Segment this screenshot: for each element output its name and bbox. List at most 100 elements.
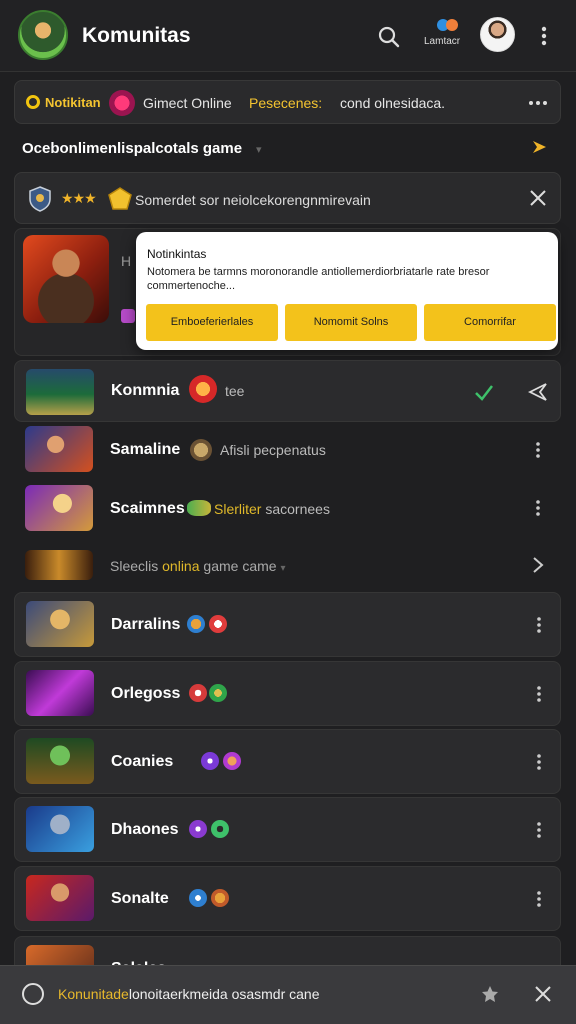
- list-item[interactable]: Dhaones: [14, 797, 561, 862]
- game-thumbnail: [25, 426, 93, 472]
- list-item[interactable]: Konmnia tee: [14, 360, 561, 422]
- badge-icon: [189, 820, 207, 838]
- section-title: Ocebonlimenlispalcotals game: [22, 140, 243, 157]
- list-item[interactable]: Sonalte: [14, 866, 561, 931]
- section-desc-rest: game came: [203, 558, 277, 574]
- game-name: Konmnia: [111, 382, 180, 399]
- game-desc-highlight: Slerliter: [214, 501, 262, 517]
- notification-text: cond olnesidaca.: [340, 95, 446, 111]
- game-icon: [109, 90, 135, 116]
- game-name: Scaimnes: [110, 500, 185, 517]
- bottom-text-rest: lonoitaerkmeida osasmdr cane: [128, 986, 320, 1002]
- chevron-down-icon[interactable]: ▾: [280, 563, 285, 574]
- badge-icon: [223, 752, 241, 770]
- popup-button-1[interactable]: Emboeferierlales: [146, 304, 278, 341]
- game-name: Sonalte: [111, 890, 169, 907]
- bottom-text-highlight: Konunitade: [58, 986, 129, 1002]
- game-thumbnail: [26, 738, 94, 784]
- game-name: Coanies: [111, 753, 174, 770]
- badge-icon: [209, 684, 227, 702]
- badge-icon: [209, 615, 227, 633]
- notification-label: Notikitan: [45, 95, 101, 110]
- close-icon[interactable]: [527, 187, 549, 209]
- game-thumbnail: [26, 601, 94, 647]
- popup-button-2[interactable]: Nomomit Solns: [285, 304, 417, 341]
- app-title: Komunitas: [82, 24, 191, 47]
- arrow-icon[interactable]: [530, 138, 548, 156]
- leaf-icon: [187, 500, 211, 516]
- coin-icon: [108, 187, 132, 210]
- brand-shortcut[interactable]: Lamtacr: [424, 17, 468, 51]
- notification-status: Gimect Online: [143, 95, 232, 111]
- list-item[interactable]: Coanies: [14, 729, 561, 794]
- filter-text: Somerdet sor neiolcekorengnmirevain: [135, 192, 371, 208]
- list-item[interactable]: Sleeclis onlina game came ▾: [14, 536, 561, 592]
- featured-game-thumbnail[interactable]: [23, 235, 109, 323]
- popup-body: Notomera be tarmns moronorandle antiolle…: [147, 266, 490, 292]
- more-vert-icon[interactable]: [528, 440, 548, 460]
- game-name: Orlegoss: [111, 685, 181, 702]
- more-vert-icon[interactable]: [529, 615, 549, 635]
- more-vert-icon[interactable]: [528, 498, 548, 518]
- app-logo[interactable]: [18, 10, 68, 60]
- game-name: Samaline: [110, 441, 181, 458]
- chevron-right-icon[interactable]: [530, 556, 546, 574]
- game-name: Darralins: [111, 616, 181, 633]
- circle-icon[interactable]: [22, 983, 44, 1005]
- list-item[interactable]: Darralins: [14, 592, 561, 657]
- section-desc: Sleeclis onlina game came ▾: [110, 558, 285, 574]
- game-badge-icon: [189, 375, 217, 403]
- popup-button-3[interactable]: Comorrifar: [424, 304, 556, 341]
- game-thumbnail: [25, 485, 93, 531]
- filter-bar[interactable]: ★★★ Somerdet sor neiolcekorengnmirevain: [14, 172, 561, 224]
- shield-icon: [29, 186, 51, 212]
- brand-label: Lamtacr: [424, 36, 461, 47]
- badge-icon: [189, 684, 207, 702]
- more-vert-icon[interactable]: [529, 820, 549, 840]
- game-thumbnail: [26, 670, 94, 716]
- star-icon[interactable]: [480, 984, 500, 1004]
- game-desc: Slerliter sacornees: [214, 501, 330, 517]
- list-item[interactable]: Orlegoss: [14, 661, 561, 726]
- bottom-text: Konunitadelonoitaerkmeida osasmdr cane: [58, 986, 320, 1002]
- game-thumbnail: [26, 806, 94, 852]
- section-desc-lead: Sleeclis: [110, 558, 159, 574]
- tag-icon: [121, 309, 135, 323]
- badge-icon: [201, 752, 219, 770]
- section-desc-highlight: onlina: [162, 558, 200, 574]
- badge-icon: [211, 820, 229, 838]
- search-icon[interactable]: [374, 22, 404, 52]
- more-vert-icon[interactable]: [529, 684, 549, 704]
- top-app-bar: Komunitas Lamtacr: [0, 0, 576, 72]
- more-horiz-icon[interactable]: [525, 93, 551, 113]
- notification-bar[interactable]: Notikitan Gimect Online Pesecenes: cond …: [14, 80, 561, 124]
- badge-icon: [211, 889, 229, 907]
- fist-icon: [190, 439, 212, 461]
- game-desc: Afisli pecpenatus: [220, 442, 326, 458]
- popup-title: Notinkintas: [147, 247, 207, 261]
- check-icon[interactable]: [473, 381, 495, 403]
- stars-icon: ★★★: [61, 190, 97, 206]
- badge-icon: [187, 615, 205, 633]
- game-thumbnail: [25, 550, 93, 580]
- notification-highlight: Pesecenes:: [249, 95, 323, 111]
- more-vert-icon[interactable]: [529, 752, 549, 772]
- more-vert-icon[interactable]: [530, 22, 558, 50]
- game-thumbnail: [26, 875, 94, 921]
- game-desc: tee: [225, 383, 245, 399]
- game-thumbnail: [26, 369, 94, 415]
- more-vert-icon[interactable]: [529, 889, 549, 909]
- list-item[interactable]: Samaline Afisli pecpenatus: [14, 420, 561, 482]
- chevron-down-icon[interactable]: ▾: [256, 143, 262, 156]
- notification-popup: Notinkintas Notomera be tarmns moronoran…: [136, 232, 558, 350]
- bottom-bar: Konunitadelonoitaerkmeida osasmdr cane: [0, 965, 576, 1024]
- featured-game-title: H: [121, 253, 132, 269]
- brand-icon: [437, 17, 459, 33]
- list-item[interactable]: Scaimnes Slerliter sacornees: [14, 478, 561, 540]
- location-pin-icon: [26, 95, 40, 109]
- send-icon[interactable]: [527, 381, 549, 403]
- close-icon[interactable]: [533, 984, 553, 1004]
- game-name: Dhaones: [111, 821, 179, 838]
- badge-icon: [189, 889, 207, 907]
- avatar[interactable]: [480, 17, 515, 52]
